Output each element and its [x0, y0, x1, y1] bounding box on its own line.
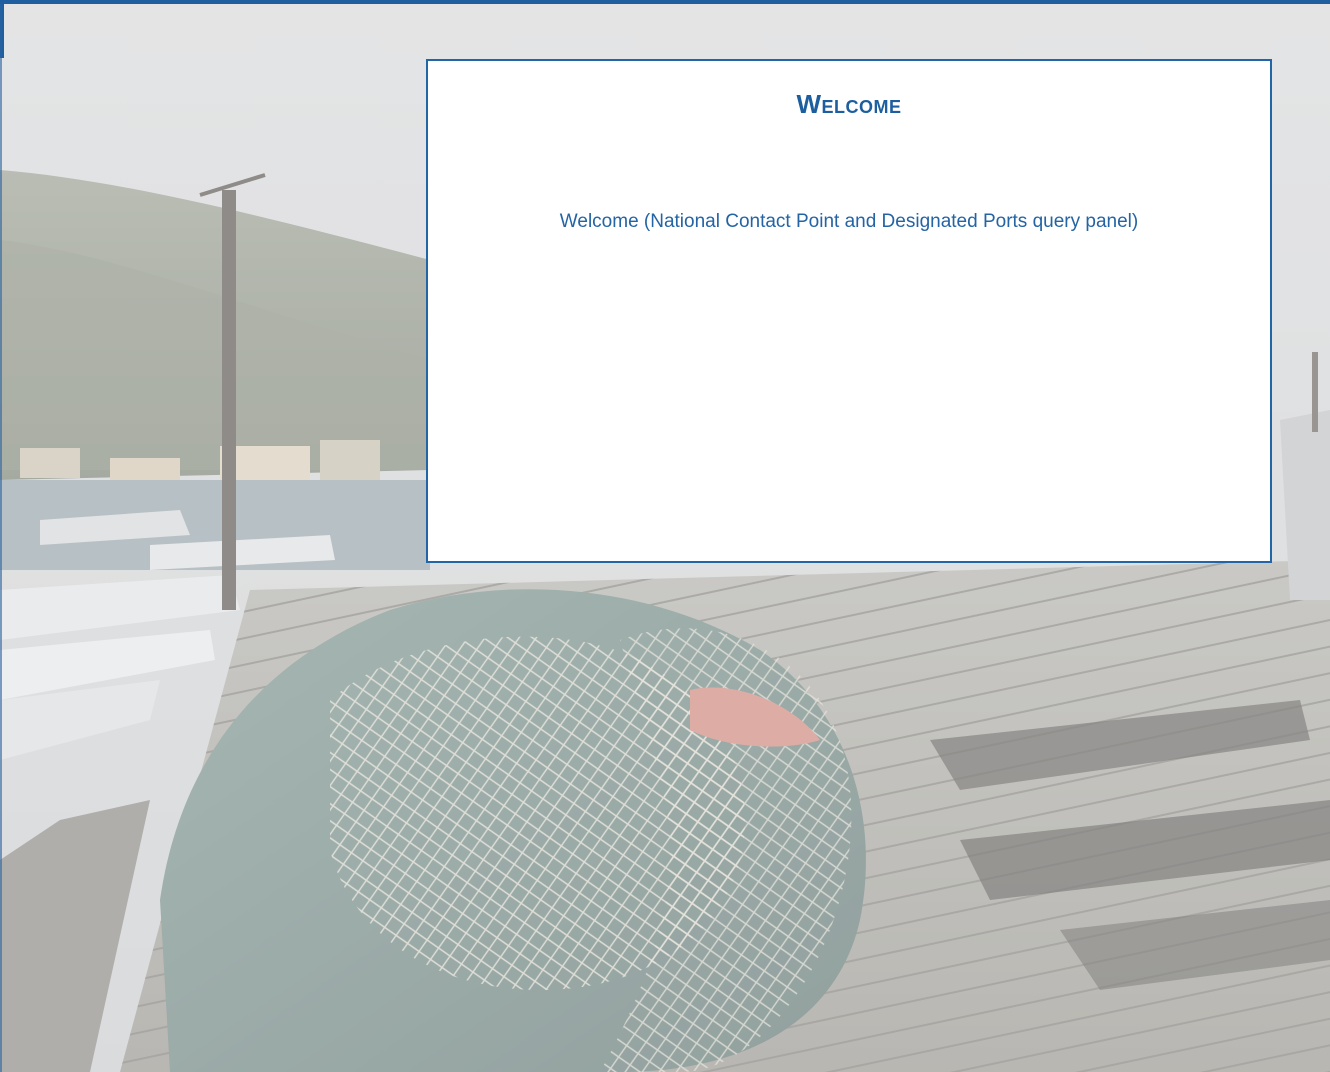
- welcome-panel: Welcome Welcome (National Contact Point …: [426, 59, 1272, 563]
- page: Welcome Welcome (National Contact Point …: [0, 0, 1330, 1072]
- welcome-title: Welcome: [796, 89, 902, 119]
- welcome-message: Welcome (National Contact Point and Desi…: [559, 211, 1139, 232]
- top-accent-bar: [0, 0, 1330, 4]
- left-edge-border: [0, 4, 2, 1072]
